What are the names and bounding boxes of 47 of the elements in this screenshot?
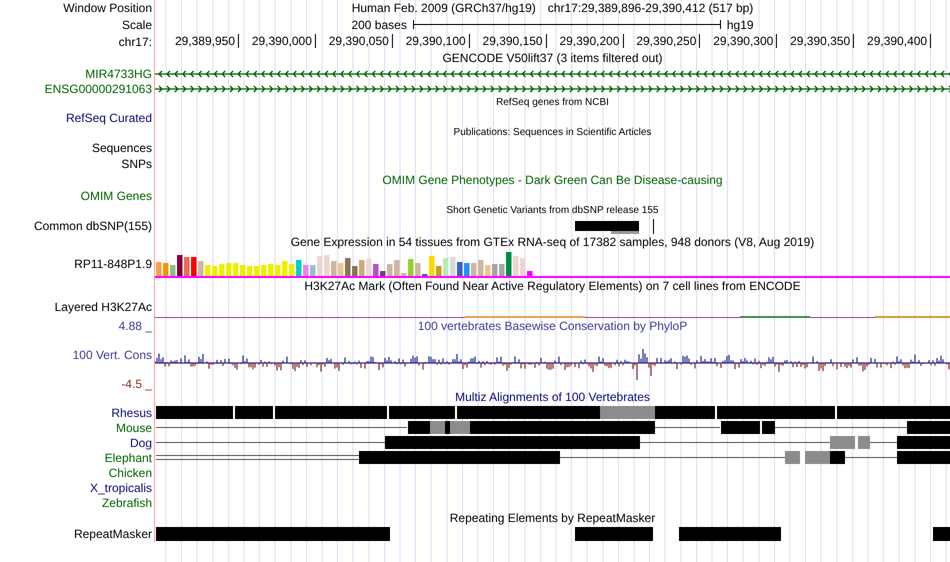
track-label: Mouse [116,420,152,434]
track-title: Repeating Elements by RepeatMasker [450,511,656,525]
axis-min-label: -4.5 _ [121,377,152,391]
track-label: Window Position [63,1,152,15]
ruler-tick: 29,390,100 [406,34,470,48]
track-label: Scale [122,18,152,32]
ruler-tick: 29,390,050 [328,34,393,48]
track-label: OMIM Genes [80,189,152,203]
axis-max-label: 4.88 _ [118,319,152,333]
ruler-tick: 29,390,300 [713,34,778,48]
track-title: 100 vertebrates Basewise Conservation by PhyloP [418,319,688,333]
track-title: RefSeq genes from NCBI [496,96,609,110]
track-label: Chicken [108,466,152,480]
track-title: Gene Expression in 54 tissues from GTEx RNA-seq of 17382 samples, 948 donors (V8, Aug 2019) [290,235,814,249]
position-text: chr17:29,389,896-29,390,412 (517 bp) [548,1,754,15]
track-label: Dog [130,436,152,450]
ruler-tick: 29,390,350 [790,34,854,48]
track-label: Layered H3K27Ac [54,300,152,314]
assembly-name: Human Feb. 2009 (GRCh37/hg19) [352,1,536,15]
ruler-tick: 29,390,250 [636,34,700,48]
track-label: chr17: [118,34,152,48]
ruler-tick: 29,390,000 [252,34,316,48]
assembly-text: hg19 [726,18,754,32]
track-title: Publications: Sequences in Scientific Articles [454,126,652,140]
track-label: MIR4733HG [85,66,152,80]
ruler-tick: 29,390,200 [559,34,624,48]
ruler-tick: 29,389,950 [174,34,239,48]
track-title: GENCODE V50lift37 (3 items filtered out) [442,51,663,65]
track-label: Sequences [92,141,152,155]
track-title: H3K27Ac Mark (Often Found Near Active Regulatory Elements) on 7 cell lines from ENCODE [304,279,801,293]
track-label: Rhesus [111,406,152,420]
track-label: RP11-848P1.9 [74,257,152,271]
track-title: Short Genetic Variants from dbSNP release 155 [446,204,658,218]
ruler-tick: 29,390,400 [867,34,932,48]
track-label: Zebrafish [102,496,152,510]
track-label: ENSG00000291063 [44,82,152,96]
ruler-tick: 29,390,150 [482,34,547,48]
track-label: RepeatMasker [74,527,152,541]
track-label: 100 Vert. Cons [72,348,152,362]
track-label: SNPs [121,157,152,171]
scale-text: 200 bases [351,18,407,32]
track-title: Multiz Alignments of 100 Vertebrates [455,390,650,404]
track-label: RefSeq Curated [66,111,152,125]
track-title: OMIM Gene Phenotypes - Dark Green Can Be Disease-causing [382,173,723,187]
track-label: X_tropicalis [90,480,152,494]
track-label: Common dbSNP(155) [34,219,152,233]
track-label: Elephant [104,450,152,464]
